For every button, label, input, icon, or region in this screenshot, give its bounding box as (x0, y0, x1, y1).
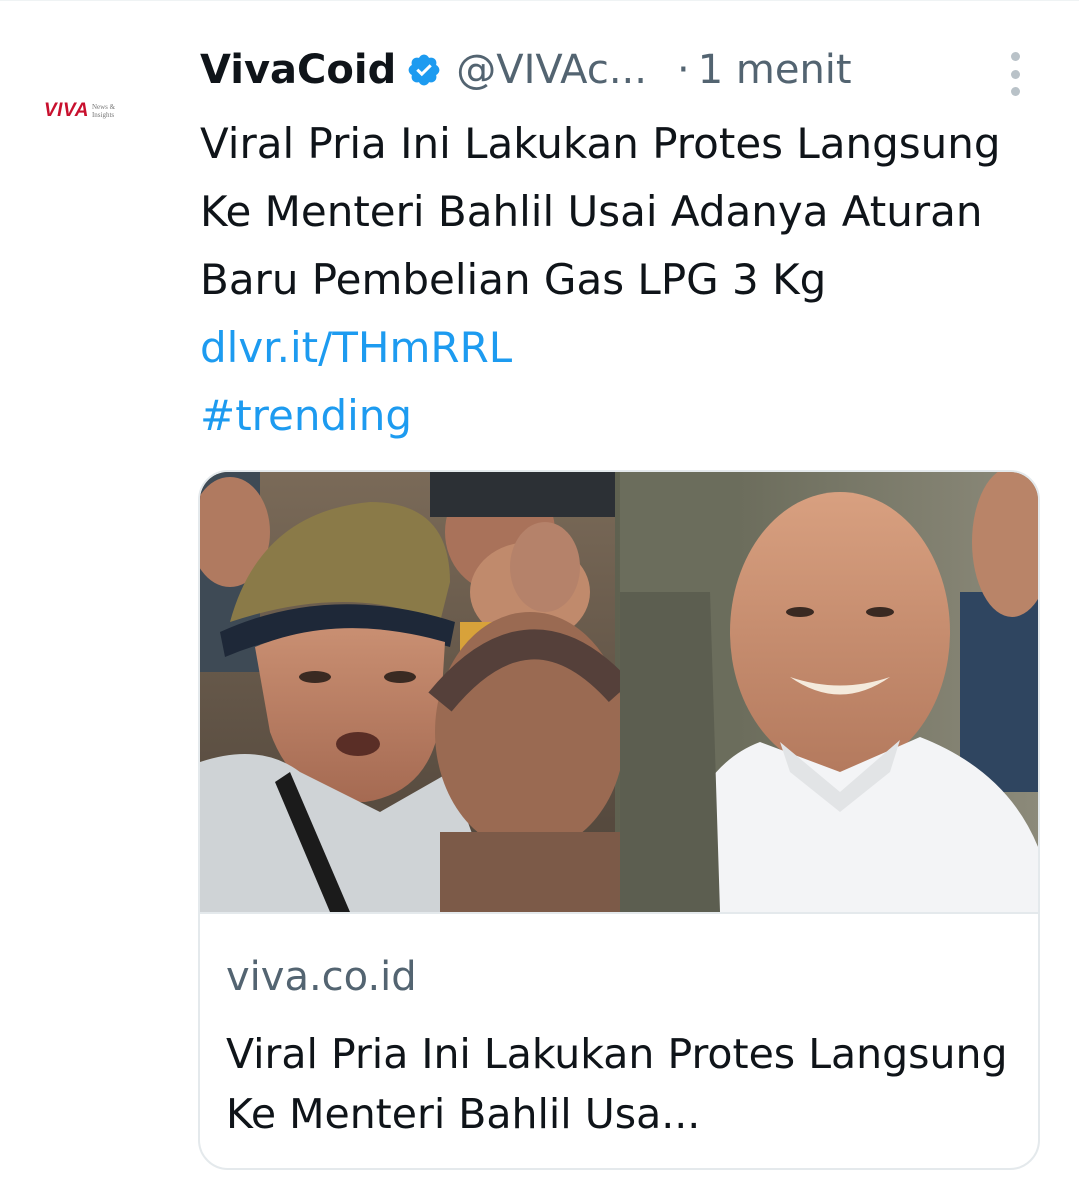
tweet-hashtag[interactable]: #trending (200, 391, 412, 440)
author-display-name[interactable]: VivaCoid (200, 47, 396, 93)
card-domain: viva.co.id (226, 954, 417, 1000)
timestamp[interactable]: 1 menit (698, 47, 852, 93)
tweet-link[interactable]: dlvr.it/THmRRL (200, 323, 512, 372)
tweet-body: Viral Pria Ini Lakukan Protes Langsung K… (200, 119, 1001, 304)
avatar-tagline: News & Insights (91, 103, 116, 119)
tweet-text: Viral Pria Ini Lakukan Protes Langsung K… (200, 110, 1050, 450)
card-info: viva.co.id Viral Pria Ini Lakukan Protes… (200, 912, 1038, 1168)
tweet-header: VivaCoid @VIVAc... · 1 menit (200, 40, 1040, 100)
card-title: Viral Pria Ini Lakukan Protes Langsung K… (226, 1030, 1008, 1138)
card-image[interactable] (200, 472, 1038, 912)
avatar[interactable]: VIVA News & Insights (44, 96, 164, 126)
more-vertical-icon[interactable] (1000, 52, 1030, 96)
tweet[interactable]: VIVA News & Insights VivaCoid @VIVAc... … (0, 0, 1079, 1184)
author-handle[interactable]: @VIVAc... (456, 47, 647, 93)
separator-dot: · (676, 47, 690, 93)
avatar-logo-text: VIVA (44, 100, 89, 121)
verified-badge-icon[interactable] (406, 52, 442, 88)
link-card[interactable]: viva.co.id Viral Pria Ini Lakukan Protes… (198, 470, 1040, 1170)
